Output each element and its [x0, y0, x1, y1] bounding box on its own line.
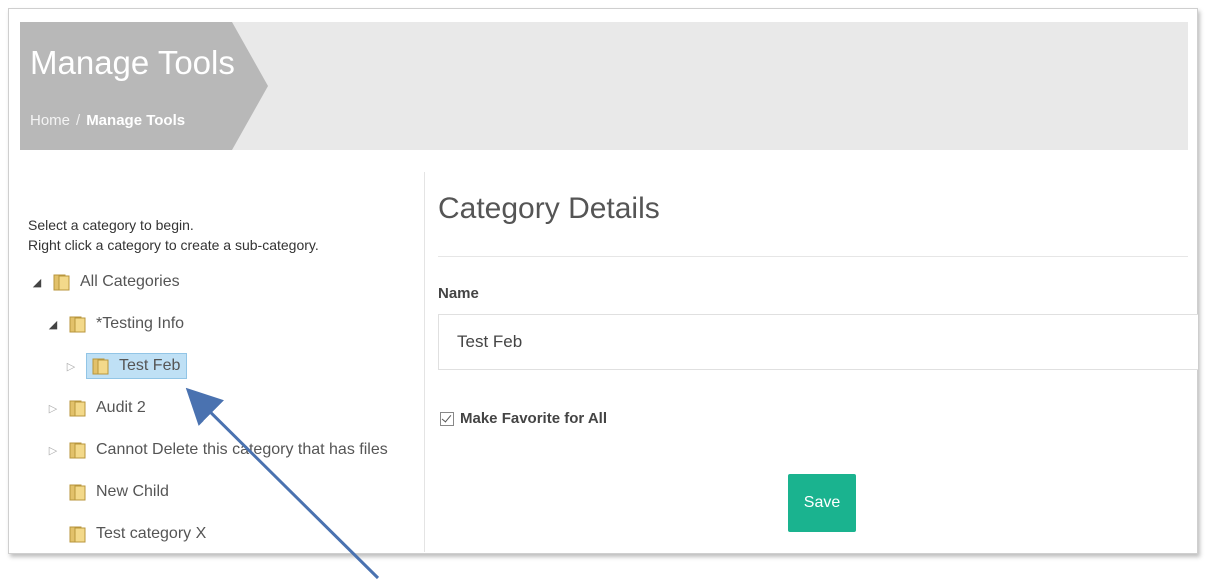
- tree-node-label: Test Feb: [119, 357, 181, 374]
- panel-divider: [424, 172, 425, 552]
- folder-icon: [68, 398, 88, 418]
- triangle-right-icon[interactable]: ▷: [64, 360, 78, 373]
- selected-node-highlight[interactable]: Test Feb: [86, 353, 188, 379]
- title-banner: Manage Tools Home / Manage Tools: [20, 22, 268, 150]
- folder-icon: [91, 356, 111, 376]
- page-header: Manage Tools Home / Manage Tools: [20, 22, 1188, 150]
- tree-node-label: *Testing Info: [96, 315, 185, 332]
- favorite-checkbox[interactable]: [440, 411, 454, 426]
- tree-node-testing-info[interactable]: ◢ *Testing Info: [46, 310, 184, 338]
- tree-node-label: All Categories: [80, 273, 180, 290]
- tree-node-test-feb[interactable]: ▷ Test Feb: [64, 352, 188, 380]
- tree-node-cannot-delete[interactable]: ▷ Cannot Delete this category that has f…: [46, 436, 388, 464]
- folder-icon: [68, 482, 88, 502]
- tree-node-label: Cannot Delete this category that has fil…: [96, 441, 388, 458]
- tree-node-test-category-x[interactable]: Test category X: [68, 520, 206, 548]
- triangle-right-icon[interactable]: ▷: [46, 402, 60, 415]
- triangle-right-icon[interactable]: ▷: [46, 444, 60, 457]
- save-button[interactable]: Save: [788, 474, 856, 532]
- folder-icon: [52, 272, 72, 292]
- make-favorite-option[interactable]: Make Favorite for All: [440, 410, 607, 427]
- tree-node-label: New Child: [96, 483, 169, 500]
- breadcrumb-current: Manage Tools: [86, 112, 186, 129]
- folder-icon: [68, 440, 88, 460]
- tree-node-label: Audit 2: [96, 399, 146, 416]
- triangle-down-icon[interactable]: ◢: [46, 318, 60, 331]
- tree-node-audit-2[interactable]: ▷ Audit 2: [46, 394, 146, 422]
- category-details-title: Category Details: [438, 192, 660, 225]
- tree-instructions: Select a category to begin. Right click …: [28, 215, 319, 255]
- page-title: Manage Tools: [30, 44, 235, 81]
- triangle-down-icon[interactable]: ◢: [30, 276, 44, 289]
- tree-node-label: Test category X: [96, 525, 207, 542]
- folder-icon: [68, 524, 88, 544]
- breadcrumb-separator: /: [76, 112, 81, 129]
- breadcrumb: Home / Manage Tools: [30, 112, 185, 129]
- instruction-line-2: Right click a category to create a sub-c…: [28, 237, 319, 253]
- tree-node-all-categories[interactable]: ◢ All Categories: [30, 268, 180, 296]
- instruction-line-1: Select a category to begin.: [28, 217, 194, 233]
- tree-node-new-child[interactable]: New Child: [68, 478, 169, 506]
- name-input[interactable]: [438, 314, 1198, 370]
- breadcrumb-home-link[interactable]: Home: [30, 112, 70, 129]
- title-divider: [438, 256, 1188, 257]
- folder-icon: [68, 314, 88, 334]
- favorite-label[interactable]: Make Favorite for All: [460, 410, 607, 427]
- name-field-label: Name: [438, 285, 479, 302]
